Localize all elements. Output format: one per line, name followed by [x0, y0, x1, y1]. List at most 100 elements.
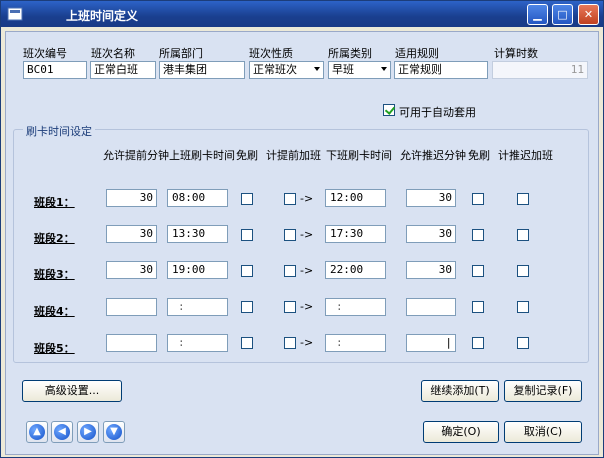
segment-4-early-input[interactable] — [106, 298, 157, 316]
col-off-time: 下班刷卡时间 — [326, 149, 392, 162]
minimize-button[interactable]: ▁ — [527, 4, 548, 25]
ok-button[interactable]: 确定(O) — [423, 421, 499, 443]
segment-3-off-time-input[interactable]: 22:00 — [325, 261, 386, 279]
segment-5-late-overtime-checkbox[interactable] — [517, 337, 529, 349]
segment-5-early-overtime-checkbox[interactable] — [284, 337, 296, 349]
shift-code-input[interactable]: BC01 — [23, 61, 87, 79]
label-hours: 计算时数 — [494, 47, 538, 60]
segment-5-on-free-checkbox[interactable] — [241, 337, 253, 349]
window-title: 上班时间定义 — [66, 9, 139, 23]
label-shift-code: 班次编号 — [23, 47, 67, 60]
last-record-button[interactable]: ▼ — [103, 421, 125, 443]
dialog-window: 上班时间定义 ▁ □ ✕ 班次编号 班次名称 所属部门 班次性质 所属类别 适用… — [0, 0, 604, 458]
segment-3-arrow: -> — [300, 264, 314, 277]
col-off-free: 免刷 — [468, 149, 490, 162]
segment-1-on-time-input[interactable]: 08:00 — [167, 189, 228, 207]
maximize-button[interactable]: □ — [552, 4, 573, 25]
continue-add-button[interactable]: 继续添加(T) — [421, 380, 499, 402]
segment-2-late-overtime-checkbox[interactable] — [517, 229, 529, 241]
segment-1-early-overtime-checkbox[interactable] — [284, 193, 296, 205]
group-title: 刷卡时间设定 — [23, 123, 95, 139]
title-bar[interactable]: 上班时间定义 ▁ □ ✕ — [1, 1, 603, 27]
segment-3-early-overtime-checkbox[interactable] — [284, 265, 296, 277]
next-icon: ▶ — [80, 424, 96, 440]
auto-apply-label: 可用于自动套用 — [399, 106, 476, 119]
prev-record-button[interactable]: ◀ — [51, 421, 73, 443]
copy-record-button[interactable]: 复制记录(F) — [504, 380, 582, 402]
segment-4-label: 班段4： — [34, 305, 75, 318]
segment-2-label: 班段2： — [34, 232, 75, 245]
segment-4-on-free-checkbox[interactable] — [241, 301, 253, 313]
prev-icon: ◀ — [54, 424, 70, 440]
swipe-time-group — [13, 129, 589, 363]
segment-2-arrow: -> — [300, 228, 314, 241]
label-category: 所属类别 — [328, 47, 372, 60]
segment-1-arrow: -> — [300, 192, 314, 205]
segment-1-off-time-input[interactable]: 12:00 — [325, 189, 386, 207]
segment-4-off-free-checkbox[interactable] — [472, 301, 484, 313]
segment-5-late-input[interactable]: | — [406, 334, 456, 352]
dropdown-arrow-icon — [381, 67, 387, 71]
col-early-overtime: 计提前加班 — [266, 149, 321, 162]
col-late-minutes: 允许推迟分钟 — [400, 149, 466, 162]
shift-nature-select[interactable]: 正常班次 — [249, 61, 324, 79]
segment-2-off-time-input[interactable]: 17:30 — [325, 225, 386, 243]
rule-input[interactable]: 正常规则 — [394, 61, 488, 79]
segment-5-off-free-checkbox[interactable] — [472, 337, 484, 349]
col-on-free: 免刷 — [236, 149, 258, 162]
shift-nature-value: 正常班次 — [253, 63, 297, 76]
segment-2-late-input[interactable]: 30 — [406, 225, 456, 243]
segment-1-label: 班段1： — [34, 196, 75, 209]
label-department: 所属部门 — [159, 47, 203, 60]
label-rule: 适用规则 — [395, 47, 439, 60]
segment-3-label: 班段3： — [34, 268, 75, 281]
segment-3-on-time-input[interactable]: 19:00 — [167, 261, 228, 279]
segment-1-on-free-checkbox[interactable] — [241, 193, 253, 205]
segment-5-on-time-input[interactable]: : — [167, 334, 228, 352]
segment-3-early-input[interactable]: 30 — [106, 261, 157, 279]
category-select[interactable]: 早班 — [328, 61, 391, 79]
col-late-overtime: 计推迟加班 — [498, 149, 553, 162]
segment-1-late-overtime-checkbox[interactable] — [517, 193, 529, 205]
segment-5-off-time-input[interactable]: : — [325, 334, 386, 352]
cancel-button[interactable]: 取消(C) — [504, 421, 582, 443]
shift-name-input[interactable]: 正常白班 — [90, 61, 156, 79]
segment-4-late-input[interactable] — [406, 298, 456, 316]
col-on-time: 上班刷卡时间 — [169, 149, 235, 162]
app-icon — [7, 7, 23, 21]
next-record-button[interactable]: ▶ — [77, 421, 99, 443]
segment-5-arrow: -> — [300, 336, 314, 349]
segment-4-arrow: -> — [300, 300, 314, 313]
auto-apply-checkbox[interactable] — [383, 104, 395, 116]
first-record-button[interactable]: ▲ — [26, 421, 48, 443]
hours-input: 11 — [492, 61, 588, 79]
segment-1-late-input[interactable]: 30 — [406, 189, 456, 207]
col-early-minutes: 允许提前分钟 — [103, 149, 169, 162]
first-icon: ▲ — [29, 424, 45, 440]
segment-2-off-free-checkbox[interactable] — [472, 229, 484, 241]
close-button[interactable]: ✕ — [578, 4, 599, 25]
segment-2-early-input[interactable]: 30 — [106, 225, 157, 243]
segment-2-on-free-checkbox[interactable] — [241, 229, 253, 241]
segment-3-off-free-checkbox[interactable] — [472, 265, 484, 277]
category-value: 早班 — [332, 63, 354, 76]
segment-4-on-time-input[interactable]: : — [167, 298, 228, 316]
segment-2-early-overtime-checkbox[interactable] — [284, 229, 296, 241]
segment-1-off-free-checkbox[interactable] — [472, 193, 484, 205]
last-icon: ▼ — [106, 424, 122, 440]
segment-5-label: 班段5： — [34, 342, 75, 355]
label-shift-nature: 班次性质 — [249, 47, 293, 60]
segment-2-on-time-input[interactable]: 13:30 — [167, 225, 228, 243]
segment-3-late-input[interactable]: 30 — [406, 261, 456, 279]
department-input[interactable]: 港丰集团 — [159, 61, 245, 79]
segment-4-late-overtime-checkbox[interactable] — [517, 301, 529, 313]
segment-5-early-input[interactable] — [106, 334, 157, 352]
segment-4-off-time-input[interactable]: : — [325, 298, 386, 316]
segment-3-on-free-checkbox[interactable] — [241, 265, 253, 277]
segment-3-late-overtime-checkbox[interactable] — [517, 265, 529, 277]
segment-1-early-input[interactable]: 30 — [106, 189, 157, 207]
advanced-settings-button[interactable]: 高级设置... — [22, 380, 122, 402]
dropdown-arrow-icon — [314, 67, 320, 71]
label-shift-name: 班次名称 — [91, 47, 135, 60]
segment-4-early-overtime-checkbox[interactable] — [284, 301, 296, 313]
